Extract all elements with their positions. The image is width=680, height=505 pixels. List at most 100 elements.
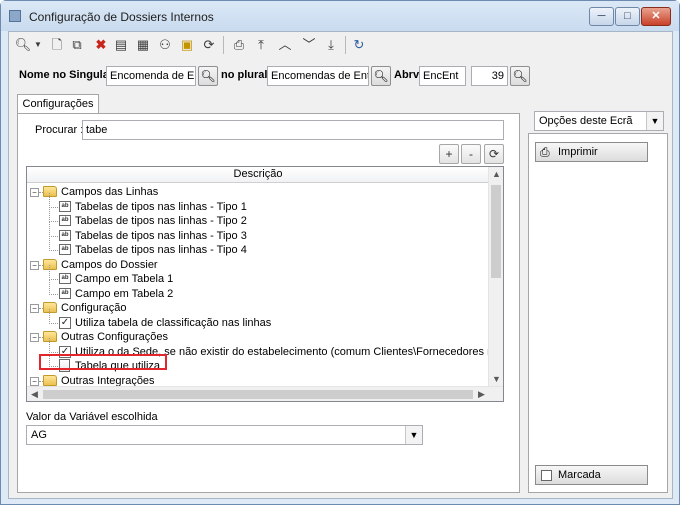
tree-connector (49, 265, 50, 280)
tree-connector (49, 279, 50, 295)
tree-item-label: Utiliza tabela de classificação nas linh… (75, 316, 272, 329)
search-icon: 🔍︎ (200, 69, 216, 83)
text-field-icon: ab (59, 273, 71, 284)
checkbox-icon: ✓ (59, 316, 71, 329)
grid-icon[interactable]: ▦ (133, 35, 153, 55)
tree-item-label: Campos do Dossier (61, 258, 158, 271)
chevron-down-icon[interactable]: ▼ (405, 426, 422, 444)
horizontal-scrollbar[interactable]: ◀ ▶ (27, 386, 503, 401)
vertical-scroll-thumb[interactable] (491, 185, 501, 278)
close-button[interactable]: ✕ (641, 7, 671, 26)
reload-icon[interactable]: ↻ (349, 35, 369, 55)
tree-connector (49, 322, 58, 324)
title-bar[interactable]: Configuração de Dossiers Internos ─ □ ✕ (1, 1, 679, 31)
scroll-right-icon[interactable]: ▶ (474, 387, 489, 401)
copy-icon[interactable]: ⧉ (67, 35, 87, 55)
tree-connector (49, 351, 58, 353)
preview-icon[interactable]: ⎙ (229, 35, 249, 55)
tree-leaf-item[interactable]: ab Tabelas de tipos nas linhas - Tipo 3 (27, 221, 487, 243)
tree-folder-item[interactable]: − Campos das Linhas (27, 185, 487, 199)
find-folder-icon[interactable]: ▣ (177, 35, 197, 55)
tree-folder-item[interactable]: − Configuração (27, 301, 487, 315)
search-icon[interactable]: 🔍︎ (13, 35, 33, 55)
tree-leaf-item[interactable]: ab Tabelas de tipos nas linhas - Tipo 4 (27, 236, 487, 257)
text-field-icon: ab (59, 244, 71, 255)
number-input[interactable]: 39 (471, 66, 508, 86)
last-icon[interactable]: ⤓ (321, 35, 341, 55)
minimize-button[interactable]: ─ (589, 7, 614, 26)
tab-configuracoes[interactable]: Configurações (17, 94, 99, 114)
client-area: 🔍︎ ▼ 🗋 ⧉ ✖ ▤ ▦ ⚇ ▣ ⟳ ⎙ ⤒ ︿ ﹀ ⤓ ↻ Nome no… (8, 31, 673, 499)
search-input[interactable]: tabe (82, 120, 504, 140)
marked-button[interactable]: Marcada (535, 465, 648, 485)
chevron-down-icon[interactable]: ▼ (646, 112, 663, 130)
tree-folder-item[interactable]: − Outras Configurações (27, 330, 487, 344)
screen-options-select[interactable]: Opções deste Ecrã ▼ (534, 111, 664, 131)
properties-icon[interactable]: ▤ (111, 35, 131, 55)
collapse-icon[interactable]: − (30, 188, 39, 197)
folder-icon (43, 258, 57, 270)
tree-leaf-item[interactable]: ab Tabelas de tipos nas linhas - Tipo 2 (27, 207, 487, 228)
tree-connector (49, 279, 58, 280)
tree-leaf-item[interactable]: ✓ Utiliza tabela de classificação nas lin… (27, 308, 487, 330)
remove-button[interactable]: - (461, 144, 481, 164)
selection-highlight (39, 354, 167, 370)
tree-folder-item[interactable]: − Campos do Dossier (27, 258, 487, 272)
screen-options-value: Opções deste Ecrã (539, 115, 633, 127)
tree-connector (49, 221, 58, 222)
text-field-icon: ab (59, 287, 71, 299)
vertical-scrollbar[interactable]: ▲ ▼ (488, 167, 503, 387)
text-field-icon: ab (59, 229, 71, 241)
number-search-button[interactable]: 🔍︎ (510, 66, 530, 86)
tree-connector (49, 207, 50, 222)
collapse-icon[interactable]: − (30, 376, 39, 386)
tree-connector (39, 308, 43, 309)
tree-leaf-item[interactable]: ab Tabelas de tipos nas linhas - Tipo 1 (27, 192, 487, 214)
tree-connector (39, 192, 43, 193)
first-icon[interactable]: ⤒ (251, 35, 271, 55)
refresh-tree-button[interactable]: ⟳ (484, 144, 504, 164)
plural-search-button[interactable]: 🔍︎ (371, 66, 391, 86)
refresh-icon[interactable]: ⟳ (199, 35, 219, 55)
tree-connector (39, 380, 43, 382)
horizontal-scroll-thumb[interactable] (43, 390, 473, 399)
tree-leaf-item[interactable]: ab Campo em Tabela 2 (27, 279, 487, 301)
maximize-button[interactable]: □ (615, 7, 640, 26)
toolbar: 🔍︎ ▼ 🗋 ⧉ ✖ ▤ ▦ ⚇ ▣ ⟳ ⎙ ⤒ ︿ ﹀ ⤓ ↻ (9, 32, 672, 58)
next-icon[interactable]: ﹀ (299, 35, 319, 55)
singular-input[interactable]: Encomenda de Entidade (106, 66, 196, 86)
scroll-left-icon[interactable]: ◀ (27, 387, 42, 401)
delete-icon[interactable]: ✖ (91, 35, 111, 55)
tree-item-label: Campos das Linhas (61, 186, 159, 198)
folder-icon (43, 331, 57, 342)
previous-icon[interactable]: ︿ (275, 35, 295, 55)
scroll-down-icon[interactable]: ▼ (489, 372, 503, 387)
add-button[interactable]: + (439, 144, 459, 164)
text-field-icon: ab (59, 215, 71, 226)
singular-search-button[interactable]: 🔍︎ (198, 66, 218, 86)
collapse-icon[interactable]: − (30, 260, 39, 270)
collapse-icon[interactable]: − (30, 333, 39, 342)
abbr-input[interactable]: EncEnt (419, 66, 466, 86)
value-field-select[interactable]: AG ▼ (26, 425, 423, 445)
scroll-up-icon[interactable]: ▲ (489, 167, 503, 182)
plural-input[interactable]: Encomendas de Entidade (267, 66, 369, 86)
toolbar-separator (223, 36, 224, 54)
print-label: Imprimir (558, 146, 598, 158)
tree-item-label: Campo em Tabela 2 (75, 287, 174, 300)
dropdown-arrow-icon[interactable]: ▼ (33, 35, 43, 55)
collapse-icon[interactable]: − (30, 304, 39, 313)
hierarchy-icon[interactable]: ⚇ (155, 35, 175, 55)
print-button[interactable]: ⎙ Imprimir (535, 142, 648, 162)
new-document-icon[interactable]: 🗋 (47, 35, 67, 55)
tree-leaf-item[interactable]: ab Campo em Tabela 1 (27, 265, 487, 286)
marked-checkbox[interactable] (541, 470, 552, 481)
name-row: Nome no Singular Encomenda de Entidade 🔍… (9, 64, 672, 86)
tree-column-header[interactable]: Descrição (27, 167, 489, 183)
abbr-label: Abrv. (394, 69, 422, 81)
tree-item-label: Outras Configurações (61, 331, 168, 343)
refresh-icon: ⟳ (488, 147, 500, 161)
tree-item-label: Configuração (61, 302, 127, 314)
config-tree[interactable]: Descrição − Campos das Linhas ab Tabelas de… (26, 166, 504, 402)
tree-connector (49, 337, 50, 353)
